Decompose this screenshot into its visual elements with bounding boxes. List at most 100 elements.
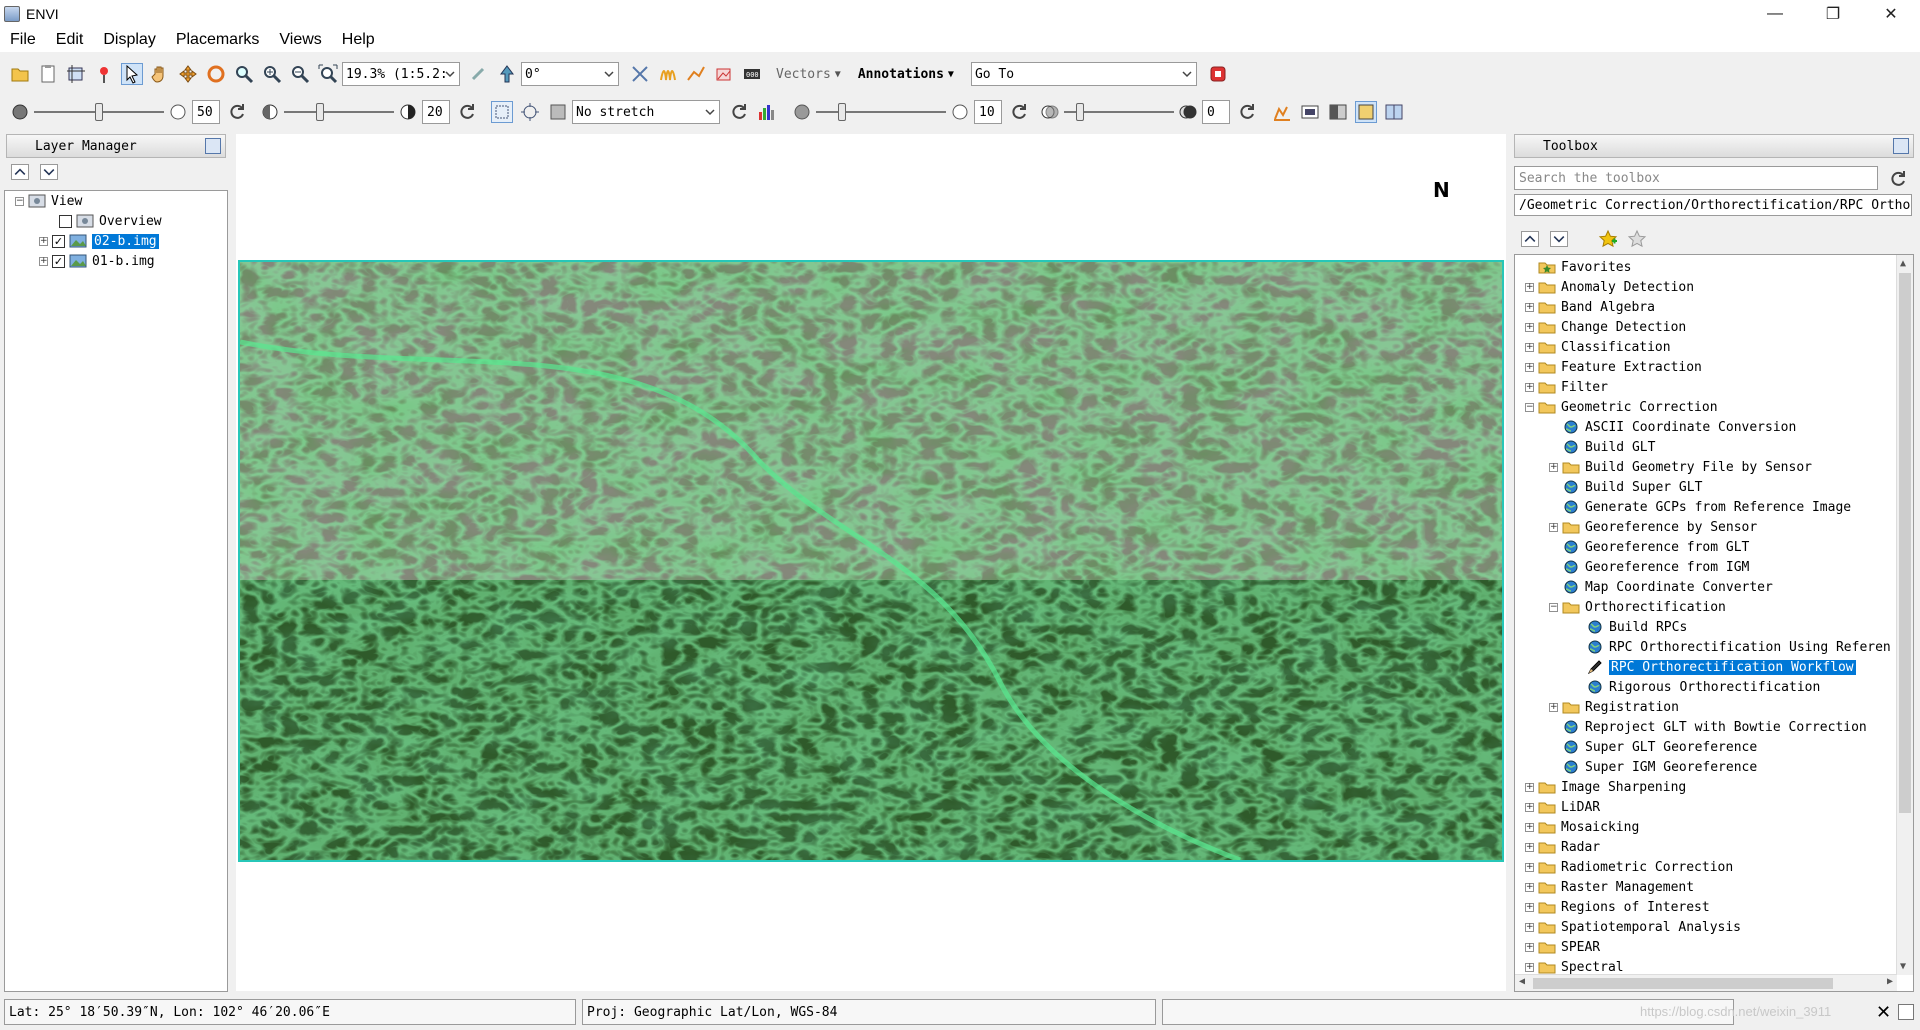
- toolbox-item[interactable]: − Geometric Correction: [1525, 399, 1718, 415]
- expand-toggle[interactable]: +: [1549, 462, 1558, 472]
- rotate-view-icon[interactable]: [468, 63, 490, 85]
- toolbox-item[interactable]: Reproject GLT with Bowtie Correction: [1549, 719, 1867, 735]
- view-flicker-icon[interactable]: [1355, 101, 1377, 123]
- pan-hand-icon[interactable]: [149, 63, 171, 85]
- toolbox-item[interactable]: Rigorous Orthorectification: [1573, 679, 1820, 695]
- toolbox-item[interactable]: + Spectral: [1525, 959, 1624, 975]
- annotations-menu[interactable]: Annotations ▼: [858, 63, 954, 85]
- expand-toggle[interactable]: +: [1525, 802, 1534, 812]
- layer-checkbox[interactable]: ✓: [52, 234, 65, 248]
- toolbox-item[interactable]: + Feature Extraction: [1525, 359, 1702, 375]
- brightness-value[interactable]: 50: [192, 100, 220, 124]
- toolbox-item[interactable]: Super GLT Georeference: [1549, 739, 1757, 755]
- expand-toggle[interactable]: +: [1525, 362, 1534, 372]
- select-arrow-icon[interactable]: [121, 63, 143, 85]
- expand-toggle[interactable]: +: [1525, 842, 1534, 852]
- toolbox-item[interactable]: + Georeference by Sensor: [1549, 519, 1757, 535]
- horizontal-scrollbar[interactable]: ◀ ▶: [1515, 974, 1897, 991]
- expand-toggle[interactable]: +: [1525, 862, 1534, 872]
- toolbox-item[interactable]: + Build Geometry File by Sensor: [1549, 459, 1812, 475]
- toolbox-item[interactable]: Generate GCPs from Reference Image: [1549, 499, 1851, 515]
- crosshair-icon[interactable]: [629, 63, 651, 85]
- expand-toggle[interactable]: +: [39, 236, 48, 246]
- expand-toggle[interactable]: +: [1525, 302, 1534, 312]
- expand-toggle[interactable]: +: [1525, 322, 1534, 332]
- toolbox-item[interactable]: Georeference from GLT: [1549, 539, 1749, 555]
- transparency-slider[interactable]: [1064, 100, 1174, 124]
- north-up-icon[interactable]: [496, 63, 518, 85]
- collapse-toggle[interactable]: −: [15, 196, 24, 206]
- reset-transparency-icon[interactable]: [1236, 101, 1258, 123]
- toolbox-item[interactable]: + Regions of Interest: [1525, 899, 1710, 915]
- toolbox-item[interactable]: Georeference from IGM: [1549, 559, 1749, 575]
- transparency-value[interactable]: 0: [1202, 100, 1230, 124]
- expand-toggle[interactable]: +: [1525, 882, 1534, 892]
- toolbox-item[interactable]: Build Super GLT: [1549, 479, 1702, 495]
- toolbox-item[interactable]: + Band Algebra: [1525, 299, 1655, 315]
- spectral-profile-icon[interactable]: [657, 63, 679, 85]
- scroll-right-icon[interactable]: ▶: [1887, 976, 1893, 987]
- pin-icon[interactable]: [1893, 138, 1909, 154]
- vector-edit-icon[interactable]: [685, 63, 707, 85]
- stretch-select[interactable]: No stretch: [572, 100, 720, 124]
- toolbox-item[interactable]: + Mosaicking: [1525, 819, 1639, 835]
- stretch-region-icon[interactable]: [491, 101, 513, 123]
- toolbox-item[interactable]: Build GLT: [1549, 439, 1655, 455]
- expand-toggle[interactable]: +: [1525, 942, 1534, 952]
- toolbox-item[interactable]: Map Coordinate Converter: [1549, 579, 1773, 595]
- view-blend-icon[interactable]: [1327, 101, 1349, 123]
- toolbox-item[interactable]: + Classification: [1525, 339, 1671, 355]
- menu-file[interactable]: File: [0, 31, 46, 49]
- expand-all-icon[interactable]: [1550, 231, 1568, 247]
- layer-checkbox[interactable]: ✓: [52, 254, 65, 268]
- toolbox-item[interactable]: + LiDAR: [1525, 799, 1600, 815]
- sharpen-slider[interactable]: [816, 100, 946, 124]
- remove-favorite-icon[interactable]: [1626, 228, 1648, 250]
- toolbox-item[interactable]: + Filter: [1525, 379, 1608, 395]
- collapse-all-icon[interactable]: [11, 164, 29, 180]
- menu-display[interactable]: Display: [93, 31, 165, 49]
- layer-checkbox[interactable]: [59, 214, 72, 228]
- layer-item-02b[interactable]: + ✓ 02-b.img: [39, 233, 159, 249]
- toolbox-item[interactable]: Super IGM Georeference: [1549, 759, 1757, 775]
- reset-stretch-icon[interactable]: [728, 101, 750, 123]
- minimize-button[interactable]: —: [1746, 0, 1804, 28]
- zoom-out-icon[interactable]: [289, 63, 311, 85]
- expand-toggle[interactable]: +: [1549, 702, 1558, 712]
- tree-root-view[interactable]: − View: [15, 193, 82, 209]
- toolbox-item[interactable]: + Change Detection: [1525, 319, 1686, 335]
- image-view[interactable]: N: [236, 134, 1506, 991]
- toolbox-item[interactable]: + Radar: [1525, 839, 1600, 855]
- scroll-up-icon[interactable]: ▲: [1900, 258, 1906, 269]
- reset-brightness-icon[interactable]: [226, 101, 248, 123]
- rotation-select[interactable]: 0°: [521, 62, 619, 86]
- zoom-in-icon[interactable]: [261, 63, 283, 85]
- expand-toggle[interactable]: +: [1525, 922, 1534, 932]
- pin-icon[interactable]: [205, 138, 221, 154]
- vectors-menu[interactable]: Vectors ▼: [776, 63, 841, 85]
- stretch-full-icon[interactable]: [519, 101, 541, 123]
- toolbox-item[interactable]: + Image Sharpening: [1525, 779, 1686, 795]
- expand-toggle[interactable]: +: [1525, 342, 1534, 352]
- close-button[interactable]: ✕: [1862, 0, 1920, 28]
- chip-view-icon[interactable]: [65, 63, 87, 85]
- expand-toggle[interactable]: +: [1525, 382, 1534, 392]
- collapse-toggle[interactable]: −: [1549, 602, 1558, 612]
- zoom-select[interactable]: 19.3% (1:5.2:: [342, 62, 460, 86]
- contrast-value[interactable]: 20: [422, 100, 450, 124]
- toolbox-item[interactable]: + Radiometric Correction: [1525, 859, 1733, 875]
- stretch-type-icon[interactable]: [547, 101, 569, 123]
- sharpen-value[interactable]: 10: [974, 100, 1002, 124]
- placemark-icon[interactable]: [93, 63, 115, 85]
- toolbox-item[interactable]: + Spatiotemporal Analysis: [1525, 919, 1741, 935]
- expand-toggle[interactable]: +: [1525, 282, 1534, 292]
- histogram-icon[interactable]: [756, 101, 778, 123]
- vertical-scrollbar[interactable]: ▲ ▼: [1896, 255, 1913, 975]
- toolbox-item[interactable]: − Orthorectification: [1549, 599, 1726, 615]
- expand-all-icon[interactable]: [40, 164, 58, 180]
- stop-icon[interactable]: [1207, 63, 1229, 85]
- expand-toggle[interactable]: +: [1525, 962, 1534, 972]
- expand-toggle[interactable]: +: [39, 256, 48, 266]
- collapse-toggle[interactable]: −: [1525, 402, 1534, 412]
- toolbox-item[interactable]: + Anomaly Detection: [1525, 279, 1694, 295]
